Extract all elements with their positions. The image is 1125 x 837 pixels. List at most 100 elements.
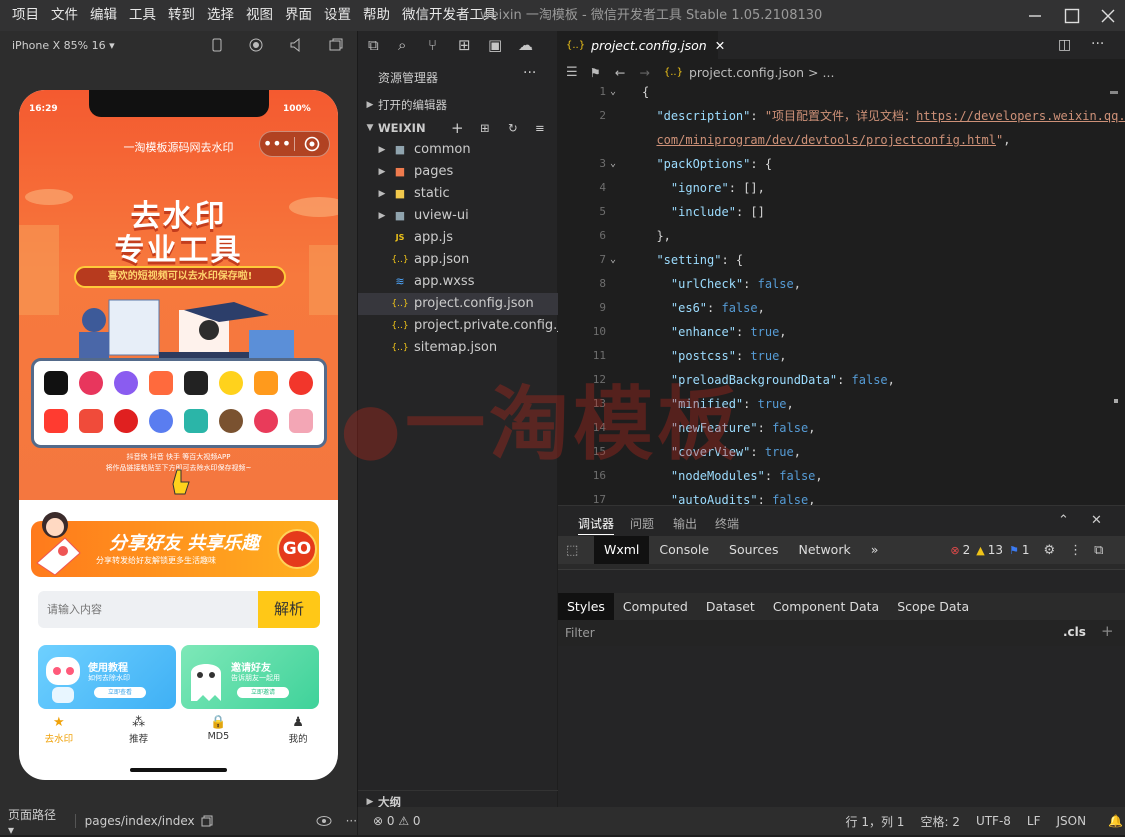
styles-filter-input[interactable]: Filter [558, 620, 1125, 646]
tree-item-app-js[interactable]: JS app.js [358, 227, 558, 249]
menu-select[interactable]: 选择 [201, 0, 240, 31]
breadcrumb[interactable]: project.config.json > ... [689, 65, 834, 80]
tree-item-app-json[interactable]: {..} app.json [358, 249, 558, 271]
split-editor-icon[interactable]: ◫ [1058, 37, 1071, 53]
phone-icon[interactable] [210, 38, 226, 52]
tab-dataset[interactable]: Dataset [697, 593, 764, 620]
tab-component-data[interactable]: Component Data [764, 593, 888, 620]
more-tabs-icon[interactable]: » [861, 536, 889, 564]
tab-console[interactable]: Console [649, 536, 719, 564]
parse-button[interactable]: 解析 [258, 591, 320, 628]
docker-icon[interactable]: ☁ [518, 36, 548, 54]
tab-recommend[interactable]: ⁂ 推荐 [99, 709, 179, 753]
refresh-icon[interactable]: ↻ [508, 117, 518, 139]
add-rule-button[interactable]: + [1101, 622, 1114, 640]
debug-icon[interactable]: ▣ [488, 36, 518, 54]
code-area[interactable]: 1 ⌄ {2 "description": "项目配置文件，详见文档：https:/… [558, 80, 1125, 505]
tree-item-sitemap[interactable]: {..} sitemap.json [358, 337, 558, 359]
capsule-menu[interactable]: ••• [259, 131, 330, 157]
tree-item-project-config[interactable]: {..} project.config.json [358, 293, 558, 315]
more-icon[interactable]: ••• [260, 136, 294, 152]
bookmark-icon[interactable]: ⚑ [590, 65, 601, 80]
tab-watermark[interactable]: ★ 去水印 [19, 709, 99, 753]
tab-mine[interactable]: ♟ 我的 [258, 709, 338, 753]
tree-item-app-wxss[interactable]: ≋ app.wxss [358, 271, 558, 293]
invite-card[interactable]: 邀请好友 告诉朋友一起用 立即邀请 [181, 645, 319, 709]
more-options-icon[interactable]: ··· [346, 814, 357, 828]
extensions-icon[interactable]: ⊞ [458, 36, 488, 54]
menu-settings[interactable]: 设置 [318, 0, 357, 31]
warning-count[interactable]: 13 [988, 543, 1003, 557]
language-mode[interactable]: JSON [1057, 814, 1087, 828]
tree-item-static[interactable]: ▶ ■ static [358, 183, 558, 205]
menu-file[interactable]: 文件 [45, 0, 84, 31]
tab-output[interactable]: 输出 [673, 515, 697, 532]
invite-button[interactable]: 立即邀请 [237, 687, 289, 698]
close-miniprogram-icon[interactable] [295, 134, 329, 154]
files-icon[interactable]: ⧉ [368, 36, 398, 54]
tab-terminal[interactable]: 终端 [715, 515, 739, 532]
menu-goto[interactable]: 转到 [162, 0, 201, 31]
error-count[interactable]: 2 [963, 543, 971, 557]
tree-item-pages[interactable]: ▶ ■ pages [358, 161, 558, 183]
tab-wxml[interactable]: Wxml [594, 536, 650, 564]
tutorial-view-button[interactable]: 立即查看 [94, 687, 146, 698]
search-icon[interactable]: ⌕ [398, 36, 428, 54]
tab-problems[interactable]: 问题 [630, 515, 654, 532]
tree-item-project-private-config[interactable]: {..} project.private.config.js... [358, 315, 580, 337]
fold-chevron-icon[interactable]: ⌄ [610, 152, 616, 176]
undock-icon[interactable]: ⧉ [1094, 543, 1103, 558]
eye-icon[interactable] [316, 815, 332, 827]
search-input[interactable] [38, 591, 258, 628]
tab-project-config[interactable]: {..} project.config.json ✕ [558, 31, 725, 59]
explorer-more-icon[interactable]: ··· [523, 65, 536, 81]
volume-icon[interactable] [289, 38, 305, 52]
devtools-more-icon[interactable]: ⋮ [1069, 543, 1082, 558]
menu-edit[interactable]: 编辑 [84, 0, 123, 31]
record-icon[interactable] [249, 38, 265, 52]
inspect-icon[interactable]: ⬚ [566, 543, 594, 558]
tab-network[interactable]: Network [789, 536, 861, 564]
problems-indicator[interactable]: ⊗ 0 ⚠ 0 [373, 814, 421, 828]
share-banner[interactable]: 分享好友 共享乐趣 分享转发给好友解锁更多生活趣味 GO [31, 512, 319, 577]
indent-setting[interactable]: 空格: 2 [920, 813, 960, 830]
back-arrow-icon[interactable]: ← [615, 65, 625, 80]
collapse-all-icon[interactable]: ≡ [535, 117, 545, 139]
tab-debugger[interactable]: 调试器 [578, 515, 615, 535]
chevron-up-icon[interactable]: ⌃ [1058, 513, 1069, 528]
close-panel-icon[interactable]: ✕ [1091, 513, 1102, 528]
tab-styles[interactable]: Styles [558, 593, 614, 620]
menu-project[interactable]: 项目 [6, 0, 45, 31]
fold-chevron-icon[interactable]: ⌄ [610, 80, 616, 104]
forward-arrow-icon[interactable]: → [639, 65, 649, 80]
menu-interface[interactable]: 界面 [279, 0, 318, 31]
tab-computed[interactable]: Computed [614, 593, 697, 620]
copy-icon[interactable] [201, 815, 213, 827]
eol-setting[interactable]: LF [1027, 814, 1041, 828]
cls-button[interactable]: .cls [1063, 625, 1086, 639]
settings-gear-icon[interactable]: ⚙ [1043, 543, 1055, 558]
new-folder-icon[interactable]: ⊞ [480, 117, 490, 139]
fold-chevron-icon[interactable]: ⌄ [610, 248, 616, 272]
info-count[interactable]: 1 [1022, 543, 1030, 557]
tab-md5[interactable]: 🔒 MD5 [179, 709, 259, 753]
source-control-icon[interactable]: ⑂ [428, 36, 458, 54]
workspace-section[interactable]: ▼ WEIXIN + ⊞ ↻ ≡ [358, 117, 558, 139]
open-editors-section[interactable]: ▶ 打开的编辑器 [358, 94, 558, 116]
close-window-button[interactable] [1085, 0, 1125, 31]
menu-view[interactable]: 视图 [240, 0, 279, 31]
tab-sources[interactable]: Sources [719, 536, 788, 564]
tree-item-uview-ui[interactable]: ▶ ■ uview-ui [358, 205, 558, 227]
menu-tools[interactable]: 工具 [123, 0, 162, 31]
window-icon[interactable] [329, 38, 345, 52]
cursor-position[interactable]: 行 1，列 1 [846, 813, 905, 830]
new-file-icon[interactable]: + [451, 117, 464, 139]
tutorial-card[interactable]: 使用教程 如何去除水印 立即查看 [38, 645, 176, 709]
close-tab-icon[interactable]: ✕ [715, 38, 725, 53]
go-button[interactable]: GO [277, 529, 317, 569]
menu-help[interactable]: 帮助 [357, 0, 396, 31]
list-icon[interactable]: ☰ [566, 65, 578, 80]
tree-item-common[interactable]: ▶ ■ common [358, 139, 558, 161]
encoding-setting[interactable]: UTF-8 [976, 814, 1011, 828]
editor-more-icon[interactable]: ··· [1091, 36, 1104, 52]
